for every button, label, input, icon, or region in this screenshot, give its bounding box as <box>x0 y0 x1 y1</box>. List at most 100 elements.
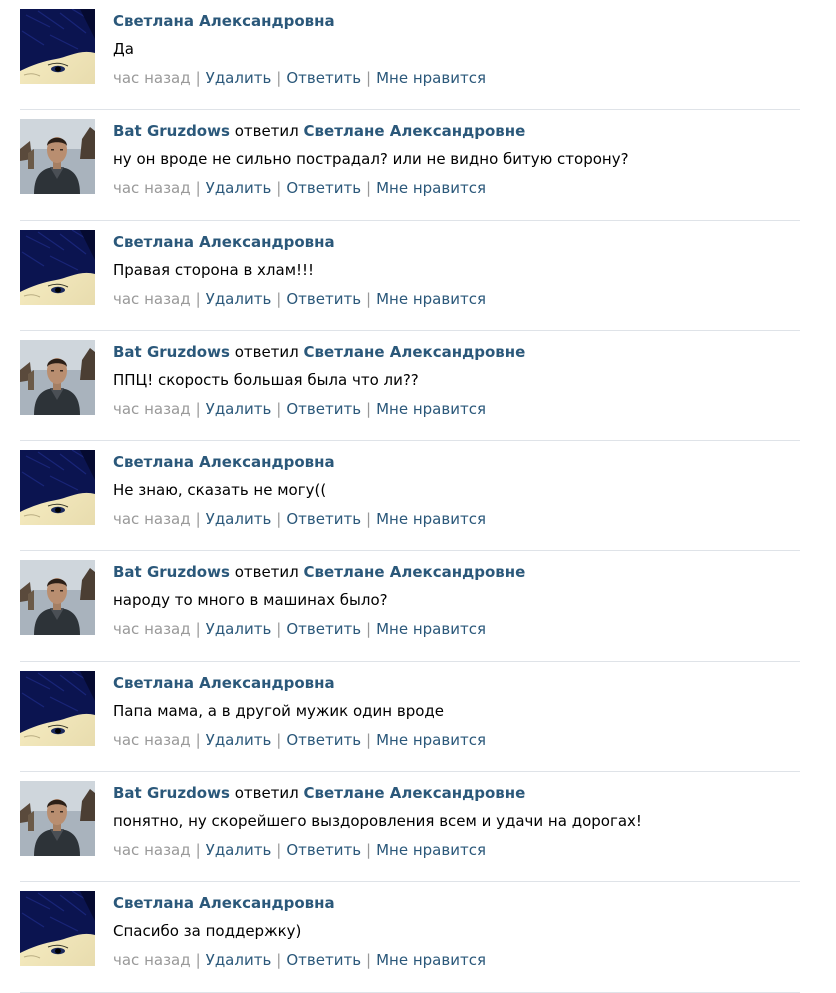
separator: | <box>366 841 372 860</box>
author-name[interactable]: Bat Gruzdows <box>113 343 230 361</box>
bat-avatar-image <box>20 560 95 636</box>
reply-word: ответил <box>234 563 299 582</box>
separator: | <box>276 841 282 860</box>
like-link[interactable]: Мне нравится <box>376 620 486 638</box>
reply-link[interactable]: Ответить <box>286 69 361 87</box>
delete-link[interactable]: Удалить <box>206 841 272 859</box>
comment-header: Светлана Александровна <box>113 231 800 253</box>
delete-link[interactable]: Удалить <box>206 620 272 638</box>
comment-actions: час назад | Удалить | Ответить | Мне нравится <box>113 949 800 971</box>
comment-actions: час назад | Удалить | Ответить | Мне нравится <box>113 839 800 861</box>
comment-header: Bat Gruzdows ответил Светлане Александро… <box>113 561 800 583</box>
reply-word: ответил <box>234 342 299 361</box>
avatar[interactable] <box>20 560 95 636</box>
reply-link[interactable]: Ответить <box>286 951 361 969</box>
comment-body: Bat Gruzdows ответил Светлане Александро… <box>113 341 800 420</box>
separator: | <box>195 179 201 198</box>
reply-link[interactable]: Ответить <box>286 620 361 638</box>
like-link[interactable]: Мне нравится <box>376 951 486 969</box>
comment-text: Папа мама, а в другой мужик один вроде <box>113 701 444 720</box>
separator: | <box>366 620 372 639</box>
reply-target-name[interactable]: Светлане Александровне <box>304 343 526 361</box>
comment-actions: час назад | Удалить | Ответить | Мне нравится <box>113 288 800 310</box>
comment-actions: час назад | Удалить | Ответить | Мне нравится <box>113 729 800 751</box>
author-name[interactable]: Светлана Александровна <box>113 12 335 30</box>
like-link[interactable]: Мне нравится <box>376 510 486 528</box>
reply-info: ответил Светлане Александровне <box>230 784 526 802</box>
avatar[interactable] <box>20 339 95 415</box>
separator: | <box>276 69 282 87</box>
separator: | <box>366 951 372 970</box>
delete-link[interactable]: Удалить <box>206 290 272 308</box>
avatar[interactable] <box>20 229 95 305</box>
author-name[interactable]: Bat Gruzdows <box>113 784 230 802</box>
like-link[interactable]: Мне нравится <box>376 841 486 859</box>
avatar[interactable] <box>20 670 95 746</box>
author-name[interactable]: Светлана Александровна <box>113 674 335 692</box>
separator: | <box>195 841 201 860</box>
svetlana-avatar-image <box>20 9 95 84</box>
avatar[interactable] <box>20 781 95 857</box>
comment-header: Bat Gruzdows ответил Светлане Александро… <box>113 782 800 804</box>
timestamp[interactable]: час назад <box>113 620 191 638</box>
comment-header: Bat Gruzdows ответил Светлане Александро… <box>113 120 800 142</box>
avatar[interactable] <box>20 891 95 967</box>
timestamp[interactable]: час назад <box>113 841 191 859</box>
reply-target-name[interactable]: Светлане Александровне <box>304 122 526 140</box>
timestamp[interactable]: час назад <box>113 951 191 969</box>
delete-link[interactable]: Удалить <box>206 731 272 749</box>
delete-link[interactable]: Удалить <box>206 69 272 87</box>
delete-link[interactable]: Удалить <box>206 510 272 528</box>
reply-word: ответил <box>234 122 299 141</box>
reply-link[interactable]: Ответить <box>286 841 361 859</box>
avatar[interactable] <box>20 119 95 195</box>
like-link[interactable]: Мне нравится <box>376 290 486 308</box>
reply-info: ответил Светлане Александровне <box>230 563 526 582</box>
timestamp[interactable]: час назад <box>113 731 191 749</box>
timestamp[interactable]: час назад <box>113 290 191 308</box>
reply-target-name[interactable]: Светлане Александровне <box>304 784 526 802</box>
author-name[interactable]: Светлана Александровна <box>113 453 335 471</box>
timestamp[interactable]: час назад <box>113 69 191 87</box>
delete-link[interactable]: Удалить <box>206 179 272 197</box>
comment-header: Светлана Александровна <box>113 10 800 32</box>
separator: | <box>195 510 201 529</box>
author-name[interactable]: Светлана Александровна <box>113 233 335 251</box>
delete-link[interactable]: Удалить <box>206 951 272 969</box>
reply-target-name[interactable]: Светлане Александровне <box>304 563 526 581</box>
reply-link[interactable]: Ответить <box>286 400 361 418</box>
comment-header: Светлана Александровна <box>113 451 800 473</box>
author-name[interactable]: Bat Gruzdows <box>113 122 230 140</box>
author-name[interactable]: Bat Gruzdows <box>113 563 230 581</box>
avatar[interactable] <box>20 450 95 526</box>
bat-avatar-image <box>20 781 95 857</box>
reply-link[interactable]: Ответить <box>286 731 361 749</box>
reply-info: ответил Светлане Александровне <box>230 342 526 361</box>
comment-actions: час назад | Удалить | Ответить | Мне нравится <box>113 398 800 420</box>
like-link[interactable]: Мне нравится <box>376 179 486 197</box>
timestamp[interactable]: час назад <box>113 179 191 197</box>
timestamp[interactable]: час назад <box>113 510 191 528</box>
comment-actions: час назад | Удалить | Ответить | Мне нравится <box>113 618 800 640</box>
reply-link[interactable]: Ответить <box>286 290 361 308</box>
separator: | <box>195 951 201 970</box>
timestamp[interactable]: час назад <box>113 400 191 418</box>
reply-link[interactable]: Ответить <box>286 510 361 528</box>
delete-link[interactable]: Удалить <box>206 400 272 418</box>
like-link[interactable]: Мне нравится <box>376 731 486 749</box>
comment-body: Bat Gruzdows ответил Светлане Александро… <box>113 782 800 861</box>
comment-body: Светлана Александровна Спасибо за поддер… <box>113 892 800 971</box>
like-link[interactable]: Мне нравится <box>376 69 486 87</box>
comment: Bat Gruzdows ответил Светлане Александро… <box>20 331 800 442</box>
svetlana-avatar-image <box>20 450 95 526</box>
separator: | <box>195 620 201 639</box>
comment-text: Спасибо за поддержку) <box>113 922 302 941</box>
comment-body: Светлана Александровна Правая сторона в … <box>113 231 800 310</box>
avatar[interactable] <box>20 9 95 84</box>
author-name[interactable]: Светлана Александровна <box>113 894 335 912</box>
comment-actions: час назад | Удалить | Ответить | Мне нравится <box>113 67 800 89</box>
comment-actions: час назад | Удалить | Ответить | Мне нравится <box>113 508 800 530</box>
comment-header: Светлана Александровна <box>113 672 800 694</box>
reply-link[interactable]: Ответить <box>286 179 361 197</box>
like-link[interactable]: Мне нравится <box>376 400 486 418</box>
